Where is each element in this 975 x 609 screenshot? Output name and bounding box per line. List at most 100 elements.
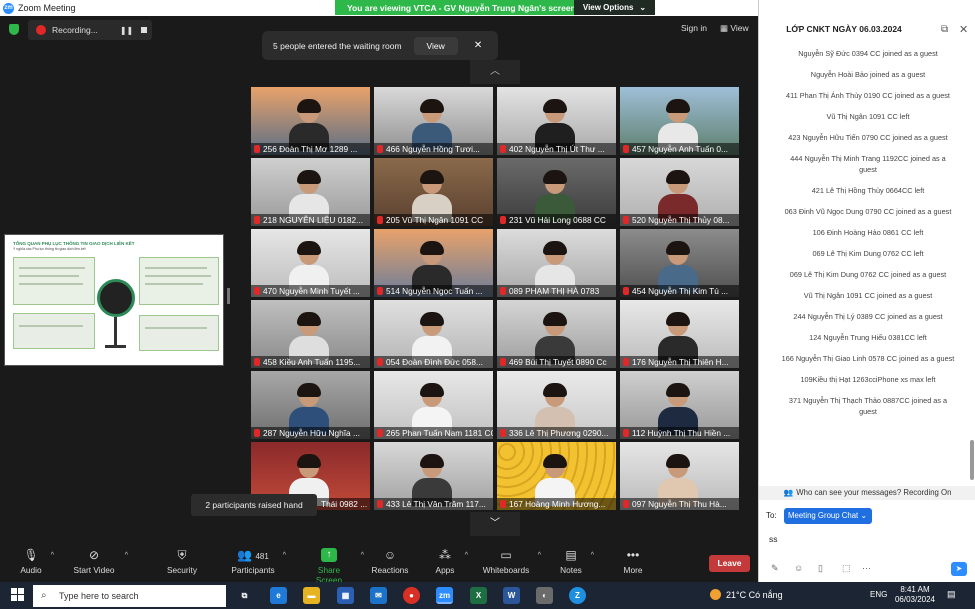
video-tile[interactable]: 205 Vũ Thị Ngân 1091 CC [374,158,493,226]
close-icon[interactable]: ✕ [474,40,482,51]
leave-button[interactable]: Leave [709,555,750,572]
view-layout-button[interactable]: ▦ View [720,23,749,34]
mic-muted-icon [500,429,506,437]
file-explorer-icon[interactable]: ▬ [303,587,320,604]
participant-name: 454 Nguyễn Thị Kim Tú ... [632,286,729,296]
weather-widget[interactable]: 21°C Có nắng [710,589,783,600]
participant-name: 458 Kiều Anh Tuấn 1195... [263,357,361,367]
excel-icon[interactable]: X [470,587,487,604]
video-tile[interactable]: 433 Lê Thị Vân Trâm 117... [374,442,493,510]
video-tile[interactable]: 287 Nguyễn Hữu Nghĩa ... [251,371,370,439]
word-icon[interactable]: W [503,587,520,604]
reactions-icon: ☺ [383,548,397,562]
audio-button[interactable]: 🎙 Audio ^ [18,548,54,575]
taskbar-search[interactable]: ⌕ Type here to search [33,585,226,607]
send-icon[interactable]: ➤ [951,562,967,576]
scroll-down-icon[interactable]: ﹀ [470,512,520,536]
task-view-icon[interactable]: ⧉ [236,587,253,604]
start-video-button[interactable]: ⊘ Start Video ^ [70,548,128,575]
raised-hand-notification[interactable]: 2 participants raised hand [191,494,317,516]
video-tile[interactable]: 089 PHẠM THỊ HÀ 0783 [497,229,616,297]
chevron-up-icon[interactable]: ^ [465,552,468,559]
zoom-taskbar-icon[interactable]: zm [436,587,453,604]
shield-icon[interactable] [9,24,19,35]
close-icon[interactable]: ✕ [959,23,968,36]
chevron-up-icon[interactable]: ^ [591,552,594,559]
app-icon[interactable]: ◐ [536,587,553,604]
chat-message: 109Kiều thị Hạt 1263cciPhone xs max left [800,375,936,384]
recipient-select[interactable]: Meeting Group Chat ⌄ [784,508,872,524]
video-tile[interactable]: 218 NGUYỄN LIỆU 0182... [251,158,370,226]
video-tile[interactable]: 454 Nguyễn Thị Kim Tú ... [620,229,739,297]
video-tile[interactable]: 054 Đoàn Đình Đức 058... [374,300,493,368]
chevron-up-icon[interactable]: ^ [361,552,364,559]
video-tile[interactable]: 167 Hoàng Minh Hương... [497,442,616,510]
video-tile[interactable]: 469 Bùi Thị Tuyết 0890 Cc [497,300,616,368]
emoji-icon[interactable]: ☺ [794,563,803,573]
zalo-icon[interactable]: Z [569,587,586,604]
chevron-up-icon[interactable]: ^ [538,552,541,559]
who-can-see-banner[interactable]: 👥 Who can see your messages? Recording On [759,486,975,500]
participant-name: 466 Nguyễn Hồng Tươi... [386,144,480,154]
waiting-room-view-button[interactable]: View [413,36,458,55]
search-placeholder: Type here to search [59,591,139,601]
security-button[interactable]: ⛨ Security [164,548,200,575]
video-tile[interactable]: 176 Nguyễn Thị Thiên H... [620,300,739,368]
windows-start-icon[interactable] [11,588,25,602]
video-tile[interactable]: 265 Phan Tuấn Nam 1181 CC [374,371,493,439]
video-tile[interactable]: 097 Nguyễn Thị Thu Hà... [620,442,739,510]
video-tile[interactable]: 336 Lê Thị Phương 0290... [497,371,616,439]
mic-muted-icon [623,216,629,224]
video-tile[interactable]: 256 Đoàn Thị Mơ 1289 ... [251,87,370,155]
video-tile[interactable]: 231 Vũ Hải Long 0688 CC [497,158,616,226]
video-tile[interactable]: 112 Huỳnh Thị Thu Hiền ... [620,371,739,439]
participants-button[interactable]: 👥 481 Participants ^ [230,548,286,575]
whiteboards-button[interactable]: ▭ Whiteboards ^ [481,548,541,575]
mail-icon[interactable]: ✉ [370,587,387,604]
language-indicator[interactable]: ENG [870,590,887,599]
raised-hand-text: 2 participants raised hand [205,500,303,510]
notification-icon[interactable]: ▤ [947,589,956,600]
system-clock[interactable]: 8:41 AM 06/03/2024 [893,585,937,605]
shared-screen-view[interactable]: TỔNG QUAN PHỤ LỤC THÔNG TIN GIAO DỊCH LI… [4,234,224,366]
file-icon[interactable]: ▯ [818,563,823,574]
video-tile[interactable]: 458 Kiều Anh Tuấn 1195... [251,300,370,368]
chrome-icon[interactable]: ● [403,587,420,604]
chevron-up-icon[interactable]: ^ [51,552,54,559]
chat-input[interactable] [769,531,959,547]
pause-recording-icon[interactable]: ❚❚ [120,26,133,35]
resize-handle[interactable] [227,288,230,304]
edge-icon[interactable]: e [270,587,287,604]
more-button[interactable]: ••• More [621,548,645,575]
waiting-room-notification: 5 people entered the waiting room View ✕ [262,31,498,60]
format-icon[interactable]: ✎ [771,563,779,574]
more-options-icon[interactable]: ⋯ [862,563,871,574]
scroll-up-icon[interactable]: ︿ [470,60,520,84]
video-tile[interactable]: 402 Nguyễn Thị Út Thư ... [497,87,616,155]
popout-icon[interactable]: ⧉ [941,24,948,35]
share-screen-button[interactable]: ↑ Share Screen ^ [304,548,364,585]
video-tile[interactable]: 470 Nguyễn Minh Tuyết ... [251,229,370,297]
chevron-up-icon[interactable]: ^ [125,552,128,559]
chat-scrollbar[interactable] [970,440,974,480]
participant-avatar [289,312,329,364]
video-tile[interactable]: 457 Nguyễn Anh Tuấn 0... [620,87,739,155]
participant-name: 457 Nguyễn Anh Tuấn 0... [632,144,728,154]
chat-message-list[interactable]: Nguyễn Sỹ Đức 0394 CC joined as a guest N… [759,48,969,484]
slide-box [13,313,95,349]
video-tile[interactable]: 466 Nguyễn Hồng Tươi... [374,87,493,155]
view-options-button[interactable]: View Options ⌄ [574,0,655,15]
apps-button[interactable]: ⁂ Apps ^ [432,548,468,575]
video-tile[interactable]: 520 Nguyễn Thị Thủy 08... [620,158,739,226]
sign-in-link[interactable]: Sign in [681,23,707,33]
participant-name: Thái 0982 ... [321,499,368,509]
screenshot-icon[interactable]: ⬚ [842,563,851,574]
video-tile[interactable]: 514 Nguyễn Ngọc Tuấn ... [374,229,493,297]
mic-muted-icon [500,216,506,224]
stop-recording-icon[interactable] [141,27,148,33]
chevron-up-icon[interactable]: ^ [283,552,286,559]
notes-button[interactable]: ▤ Notes ^ [558,548,594,575]
participant-avatar [412,383,452,435]
store-icon[interactable]: ▦ [337,587,354,604]
reactions-button[interactable]: ☺ Reactions [371,548,409,575]
